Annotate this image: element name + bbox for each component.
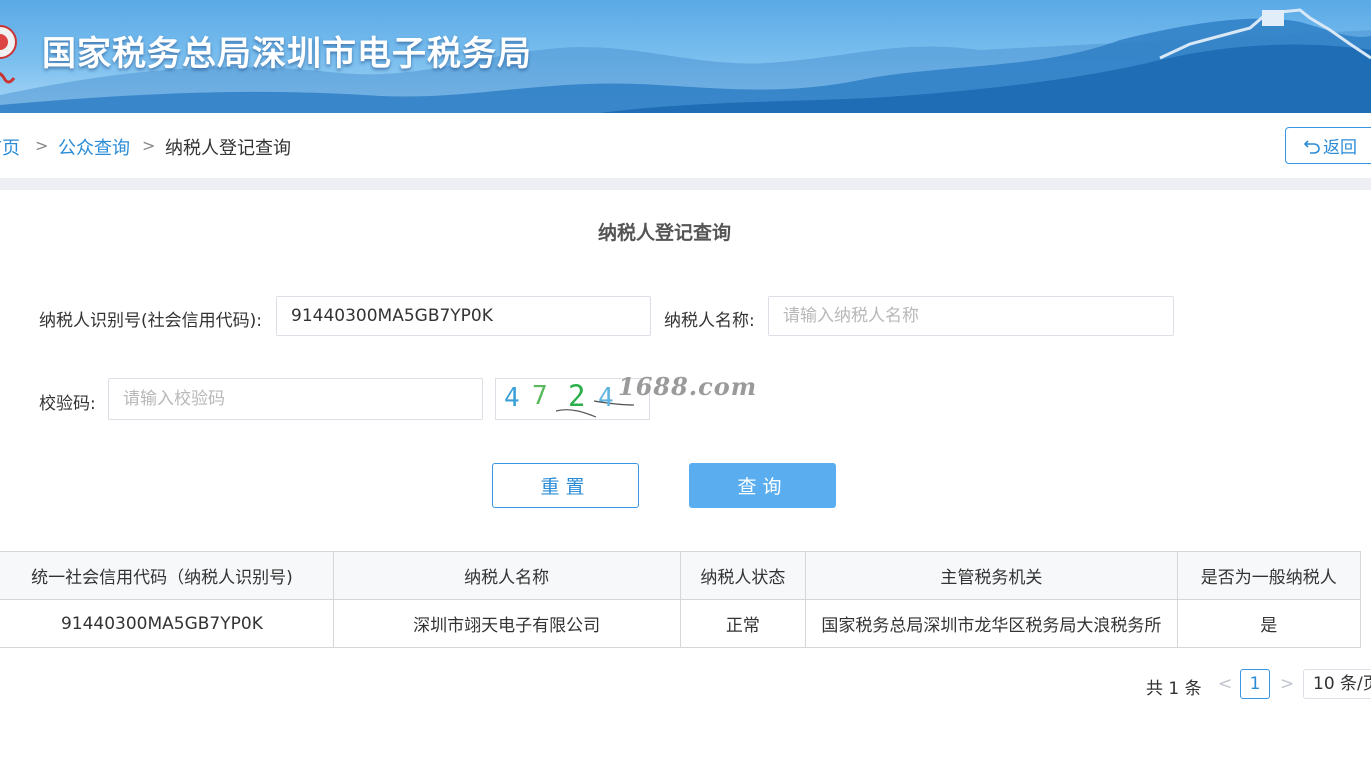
captcha-digit: 4 [504,383,520,413]
undo-arrow-icon [1304,139,1320,154]
pagination-page-1[interactable]: 1 [1240,669,1270,699]
query-button[interactable]: 查询 [689,463,836,508]
reset-button[interactable]: 重置 [492,463,639,508]
pagination-next-button[interactable]: > [1280,674,1294,694]
breadcrumb-home[interactable]: 首页 [0,134,20,160]
breadcrumb-separator: > [35,136,49,155]
table-row: 91440300MA5GB7YP0K 深圳市翊天电子有限公司 正常 国家税务总局… [0,599,1362,648]
watermark-text: 1688.com [618,372,758,401]
captcha-label: 校验码: [39,394,96,414]
column-header-tax-authority: 主管税务机关 [805,551,1178,600]
tax-emblem-icon [0,25,17,84]
breadcrumb-separator: > [142,136,156,155]
back-button[interactable]: 返回 [1285,127,1371,164]
cell-general-taxpayer: 是 [1176,599,1362,648]
reset-button-label: 重置 [540,476,591,498]
taxpayer-id-input[interactable] [276,296,651,336]
breadcrumb-public-query[interactable]: 公众查询 [58,134,130,160]
cell-status: 正常 [679,599,807,648]
cell-taxpayer-name: 深圳市翊天电子有限公司 [332,599,681,648]
table-header-row: 统一社会信用代码（纳税人识别号) 纳税人名称 纳税人状态 主管税务机关 是否为一… [0,551,1362,600]
captcha-input[interactable] [108,378,483,420]
taxpayer-id-label: 纳税人识别号(社会信用代码): [39,311,262,331]
site-title: 国家税务总局深圳市电子税务局 [42,34,532,74]
taxpayer-name-input[interactable] [768,296,1174,336]
section-divider [0,178,1371,190]
pagination-total: 共 1 条 [1146,679,1202,699]
column-header-taxpayer-name: 纳税人名称 [332,551,681,600]
column-header-general-taxpayer: 是否为一般纳税人 [1176,551,1362,600]
site-header-banner: 国家税务总局深圳市电子税务局 [0,0,1371,113]
query-button-label: 查询 [737,476,788,498]
taxpayer-name-label: 纳税人名称: [664,311,755,331]
captcha-digit: 4 [598,383,614,413]
cell-credit-code: 91440300MA5GB7YP0K [0,599,334,648]
pagination-prev-button[interactable]: < [1218,674,1232,694]
back-button-label: 返回 [1323,138,1357,158]
breadcrumb: 首页 > 公众查询 > 纳税人登记查询 返回 [0,113,1371,178]
breadcrumb-current: 纳税人登记查询 [165,138,291,159]
form-title: 纳税人登记查询 [597,222,731,244]
page-size-select[interactable]: 10 条/页 [1303,669,1371,699]
column-header-status: 纳税人状态 [679,551,807,600]
results-table: 统一社会信用代码（纳税人识别号) 纳税人名称 纳税人状态 主管税务机关 是否为一… [0,551,1362,648]
column-header-credit-code: 统一社会信用代码（纳税人识别号) [0,551,334,600]
captcha-digit: 2 [568,379,586,413]
cell-tax-authority: 国家税务总局深圳市龙华区税务局大浪税务所 [805,599,1178,648]
captcha-digit: 7 [532,381,548,411]
